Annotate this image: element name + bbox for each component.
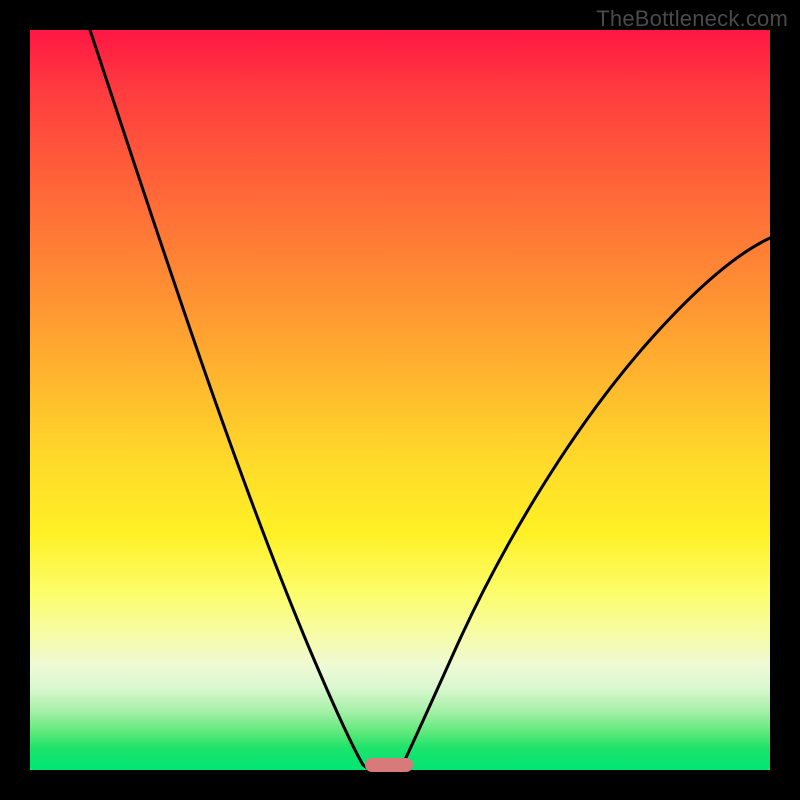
chart-frame: TheBottleneck.com	[0, 0, 800, 800]
optimal-marker	[365, 758, 413, 772]
curve-left-branch	[90, 30, 370, 770]
bottleneck-curve	[30, 30, 770, 770]
curve-right-branch	[400, 238, 770, 770]
watermark-text: TheBottleneck.com	[596, 6, 788, 32]
